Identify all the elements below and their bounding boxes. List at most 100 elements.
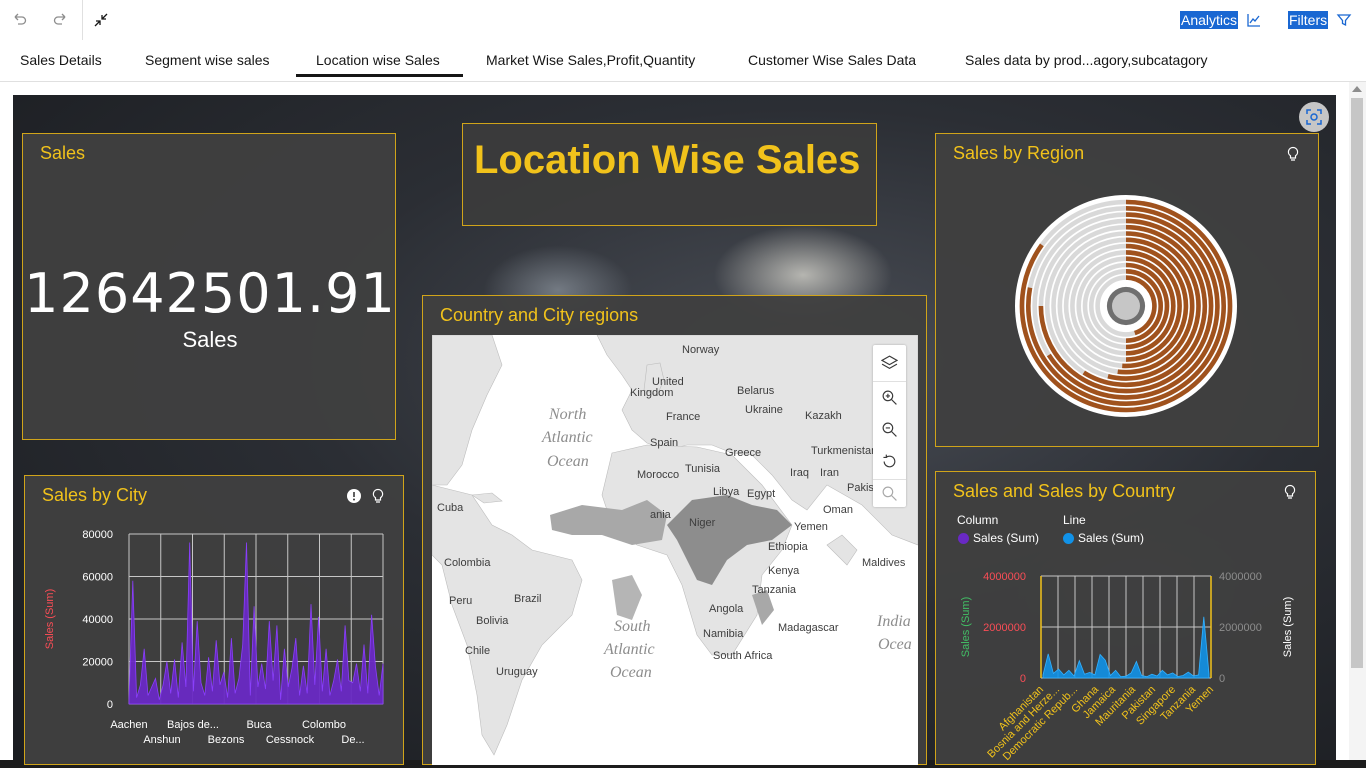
title-widget[interactable]: Location Wise Sales bbox=[462, 123, 877, 226]
country-label: Norway bbox=[682, 344, 720, 356]
country-label: Turkmenistan bbox=[811, 445, 877, 457]
widget-title: Sales bbox=[40, 143, 86, 163]
y-tick-label-left: 4000000 bbox=[983, 571, 1026, 583]
scrollbar-thumb[interactable] bbox=[1351, 98, 1363, 668]
y-tick-label-left: 0 bbox=[1020, 673, 1026, 685]
x-tick-label: Anshun bbox=[143, 734, 180, 746]
zoom-in-icon[interactable] bbox=[881, 389, 898, 406]
filters-button[interactable]: Filters bbox=[1288, 11, 1352, 29]
undo-icon[interactable] bbox=[8, 8, 32, 32]
country-label: Chile bbox=[465, 645, 490, 657]
country-combo-chart[interactable]: 4000000 4000000 2000000 2000000 0 0 Sales (Sum… bbox=[936, 562, 1317, 766]
country-label: Oman bbox=[823, 504, 853, 516]
sales-by-region-widget[interactable]: Sales by Region bbox=[935, 133, 1319, 447]
country-city-map-widget[interactable]: Country and City regions North Atlantic bbox=[422, 295, 927, 765]
country-label: Cuba bbox=[437, 502, 464, 514]
region-radial-chart[interactable] bbox=[1006, 186, 1246, 426]
tab-sales-details[interactable]: Sales Details bbox=[20, 52, 102, 68]
y-axis-label: Sales (Sum) bbox=[44, 589, 56, 650]
tab-sales-by-product[interactable]: Sales data by prod...agory,subcatagory bbox=[965, 52, 1208, 68]
scroll-up-arrow[interactable] bbox=[1352, 86, 1362, 92]
country-label: Colombia bbox=[444, 557, 491, 569]
country-label: Tunisia bbox=[685, 463, 721, 475]
tab-segment-wise-sales[interactable]: Segment wise sales bbox=[145, 52, 270, 68]
y-tick-label-right: 2000000 bbox=[1219, 622, 1262, 634]
country-label: Ethiopia bbox=[768, 541, 809, 553]
toolbar-divider bbox=[82, 0, 83, 40]
search-icon[interactable] bbox=[881, 485, 898, 502]
legend-line-item[interactable]: Sales (Sum) bbox=[1078, 531, 1144, 545]
warning-icon[interactable] bbox=[346, 488, 362, 504]
redo-icon[interactable] bbox=[48, 8, 72, 32]
world-map[interactable]: North Atlantic Ocean South Atlantic Ocea… bbox=[432, 335, 918, 765]
page-heading: Location Wise Sales bbox=[474, 138, 861, 182]
country-label: Ukraine bbox=[745, 404, 783, 416]
analytics-chart-icon bbox=[1247, 14, 1261, 27]
city-area-chart[interactable]: 80000 60000 40000 20000 0 Sales (Sum) Aachen Ba… bbox=[25, 514, 405, 764]
insight-bulb-icon[interactable] bbox=[1282, 484, 1298, 500]
widget-title: Country and City regions bbox=[440, 305, 639, 325]
analytics-button[interactable]: Analytics bbox=[1180, 11, 1262, 29]
y-tick-label-right: 0 bbox=[1219, 673, 1225, 685]
country-label: Tanzania bbox=[752, 584, 797, 596]
ocean-label: Ocean bbox=[610, 664, 652, 681]
map-toolbar bbox=[873, 345, 906, 507]
legend-column-header: Column bbox=[957, 513, 999, 527]
country-label: Iraq bbox=[790, 467, 809, 479]
country-label: Brazil bbox=[514, 593, 542, 605]
sales-by-country-widget[interactable]: Sales and Sales by Country Column Sales … bbox=[935, 471, 1316, 765]
ocean-label: Atlantic bbox=[603, 641, 655, 658]
country-label: Yemen bbox=[794, 521, 828, 533]
x-tick-label: De... bbox=[341, 734, 364, 746]
y-tick-label-right: 4000000 bbox=[1219, 571, 1262, 583]
country-label: Peru bbox=[449, 595, 472, 607]
country-label: Pakis bbox=[847, 482, 874, 494]
country-label: Namibia bbox=[703, 628, 744, 640]
y-axis-label-left: Sales (Sum) bbox=[960, 597, 972, 658]
reset-view-icon[interactable] bbox=[881, 453, 898, 470]
country-label: Uruguay bbox=[496, 666, 538, 678]
y-axis-label-right: Sales (Sum) bbox=[1282, 597, 1294, 658]
sales-kpi-widget[interactable]: Sales 12642501.91 Sales bbox=[22, 133, 396, 440]
y-tick-label: 0 bbox=[107, 699, 113, 711]
legend-column-swatch bbox=[958, 533, 969, 544]
ocean-label: Ocean bbox=[547, 453, 589, 470]
legend-column-item[interactable]: Sales (Sum) bbox=[973, 531, 1039, 545]
tab-location-wise-sales[interactable]: Location wise Sales bbox=[316, 52, 440, 68]
x-tick-label: Bosnia and Herze... bbox=[985, 684, 1062, 761]
collapse-icon[interactable] bbox=[89, 8, 113, 32]
insight-bulb-icon[interactable] bbox=[1285, 146, 1301, 162]
active-tab-indicator bbox=[296, 74, 463, 77]
country-label: Kazakh bbox=[805, 410, 842, 422]
filter-funnel-icon bbox=[1336, 14, 1352, 27]
legend-line-swatch bbox=[1063, 533, 1074, 544]
x-tick-label: Bezons bbox=[208, 734, 245, 746]
focus-icon bbox=[1306, 109, 1322, 125]
widget-title: Sales by Region bbox=[953, 143, 1085, 163]
widget-title: Sales and Sales by Country bbox=[953, 481, 1176, 501]
country-label: Morocco bbox=[637, 469, 679, 481]
y-tick-label: 80000 bbox=[82, 529, 113, 541]
tab-market-wise-sales[interactable]: Market Wise Sales,Profit,Quantity bbox=[486, 52, 695, 68]
insight-bulb-icon[interactable] bbox=[370, 488, 386, 504]
layers-icon[interactable] bbox=[881, 354, 898, 371]
ocean-label: North bbox=[548, 406, 586, 423]
legend-line-header: Line bbox=[1063, 513, 1086, 527]
country-label: Kenya bbox=[768, 565, 800, 577]
sales-by-city-widget[interactable]: Sales by City 80000 60000 40000 20000 0 Sales… bbox=[24, 475, 404, 765]
country-label: Spain bbox=[650, 437, 678, 449]
zoom-out-icon[interactable] bbox=[881, 421, 898, 438]
focus-mode-button[interactable] bbox=[1299, 102, 1329, 132]
x-tick-label: Aachen bbox=[110, 719, 147, 731]
tab-bar: Sales Details Segment wise sales Locatio… bbox=[0, 40, 1366, 82]
country-label: South Africa bbox=[713, 650, 773, 662]
x-tick-label: Bajos de... bbox=[167, 719, 219, 731]
y-tick-label-left: 2000000 bbox=[983, 622, 1026, 634]
country-label: Angola bbox=[709, 603, 744, 615]
country-label: Maldives bbox=[862, 557, 906, 569]
toolbar: Analytics Filters bbox=[0, 0, 1366, 40]
tab-customer-wise-sales[interactable]: Customer Wise Sales Data bbox=[748, 52, 916, 68]
country-label: Bolivia bbox=[476, 615, 509, 627]
y-tick-label: 40000 bbox=[82, 614, 113, 626]
ocean-label: Atlantic bbox=[541, 429, 593, 446]
